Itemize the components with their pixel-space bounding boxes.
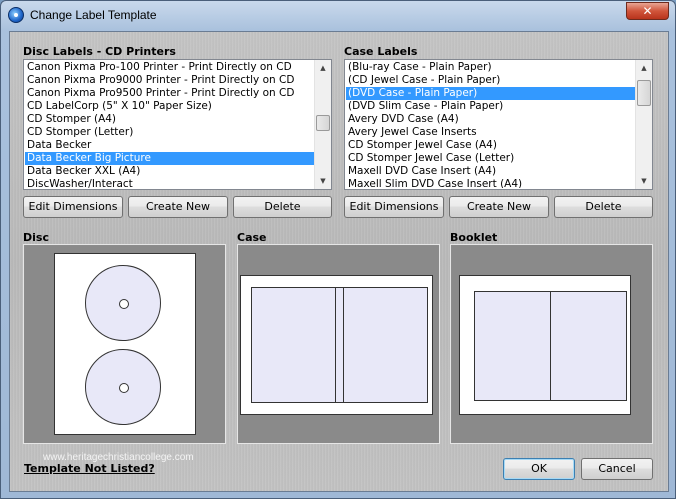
disc-preview — [23, 244, 226, 444]
case-front-panel — [343, 287, 428, 403]
list-item[interactable]: CD LabelCorp (5" X 10" Paper Size) — [25, 100, 314, 113]
title-bar: Change Label Template ✕ — [1, 1, 675, 31]
disc-labels-list[interactable]: Canon Pixma Pro-100 Printer - Print Dire… — [23, 59, 332, 190]
case-list-scrollbar[interactable]: ▲ ▼ — [635, 60, 652, 189]
list-item[interactable]: Canon Pixma Pro9000 Printer - Print Dire… — [25, 74, 314, 87]
disc-labels-items: Canon Pixma Pro-100 Printer - Print Dire… — [25, 61, 314, 188]
booklet-sheet — [459, 275, 631, 415]
template-not-listed-link[interactable]: Template Not Listed? — [24, 462, 155, 475]
list-item[interactable]: CD Stomper Jewel Case (A4) — [346, 139, 635, 152]
booklet-left-panel — [474, 291, 551, 401]
disc-hole — [119, 299, 129, 309]
close-button[interactable]: ✕ — [626, 2, 669, 20]
disc-preview-label: Disc — [23, 231, 49, 244]
list-item[interactable]: (CD Jewel Case - Plain Paper) — [346, 74, 635, 87]
list-item[interactable]: CD Stomper (A4) — [25, 113, 314, 126]
list-item[interactable]: Maxell Slim DVD Case Insert (A4) — [346, 178, 635, 188]
scroll-down-arrow-icon[interactable]: ▼ — [315, 173, 331, 189]
list-item[interactable]: Avery DVD Case (A4) — [346, 113, 635, 126]
list-item[interactable]: Avery Jewel Case Inserts — [346, 126, 635, 139]
list-item[interactable]: CD Stomper Jewel Case (Letter) — [346, 152, 635, 165]
disc-label-bottom — [85, 349, 161, 425]
disc-list-scrollbar[interactable]: ▲ ▼ — [314, 60, 331, 189]
scroll-up-arrow-icon[interactable]: ▲ — [315, 60, 331, 76]
list-item[interactable]: CD Stomper (Letter) — [25, 126, 314, 139]
list-item[interactable]: Data Becker XXL (A4) — [25, 165, 314, 178]
list-item[interactable]: (DVD Slim Case - Plain Paper) — [346, 100, 635, 113]
app-disc-icon — [8, 7, 24, 23]
case-preview — [237, 244, 440, 444]
list-item[interactable]: (DVD Case - Plain Paper) — [346, 87, 635, 100]
scroll-down-arrow-icon[interactable]: ▼ — [636, 173, 652, 189]
list-item[interactable]: (Blu-ray Case - Plain Paper) — [346, 61, 635, 74]
disc-sheet — [54, 253, 196, 435]
list-item[interactable]: Data Becker — [25, 139, 314, 152]
case-labels-items: (Blu-ray Case - Plain Paper) (CD Jewel Ca… — [346, 61, 635, 188]
booklet-preview — [450, 244, 653, 444]
booklet-right-panel — [550, 291, 627, 401]
case-create-new-button[interactable]: Create New — [449, 196, 549, 218]
list-item[interactable]: Canon Pixma Pro-100 Printer - Print Dire… — [25, 61, 314, 74]
case-edit-dimensions-button[interactable]: Edit Dimensions — [344, 196, 444, 218]
case-labels-heading: Case Labels — [344, 45, 418, 58]
dialog-body: Disc Labels - CD Printers Canon Pixma Pr… — [9, 31, 669, 492]
ok-button[interactable]: OK — [503, 458, 575, 480]
case-preview-label: Case — [237, 231, 267, 244]
case-labels-list[interactable]: (Blu-ray Case - Plain Paper) (CD Jewel Ca… — [344, 59, 653, 190]
window-title: Change Label Template — [30, 8, 157, 22]
list-item[interactable]: Data Becker Big Picture — [25, 152, 314, 165]
case-delete-button[interactable]: Delete — [554, 196, 653, 218]
disc-create-new-button[interactable]: Create New — [128, 196, 228, 218]
scroll-thumb[interactable] — [637, 80, 651, 106]
disc-label-top — [85, 265, 161, 341]
list-item[interactable]: Maxell DVD Case Insert (A4) — [346, 165, 635, 178]
cancel-button[interactable]: Cancel — [581, 458, 653, 480]
list-item[interactable]: DiscWasher/Interact — [25, 178, 314, 188]
list-item[interactable]: Canon Pixma Pro9500 Printer - Print Dire… — [25, 87, 314, 100]
case-sheet — [240, 275, 433, 415]
scroll-thumb[interactable] — [316, 115, 330, 131]
disc-labels-heading: Disc Labels - CD Printers — [23, 45, 176, 58]
change-label-template-dialog: Change Label Template ✕ Disc Labels - CD… — [0, 0, 676, 499]
booklet-preview-label: Booklet — [450, 231, 498, 244]
disc-edit-dimensions-button[interactable]: Edit Dimensions — [23, 196, 123, 218]
scroll-up-arrow-icon[interactable]: ▲ — [636, 60, 652, 76]
disc-hole — [119, 383, 129, 393]
case-back-panel — [251, 287, 336, 403]
disc-delete-button[interactable]: Delete — [233, 196, 332, 218]
